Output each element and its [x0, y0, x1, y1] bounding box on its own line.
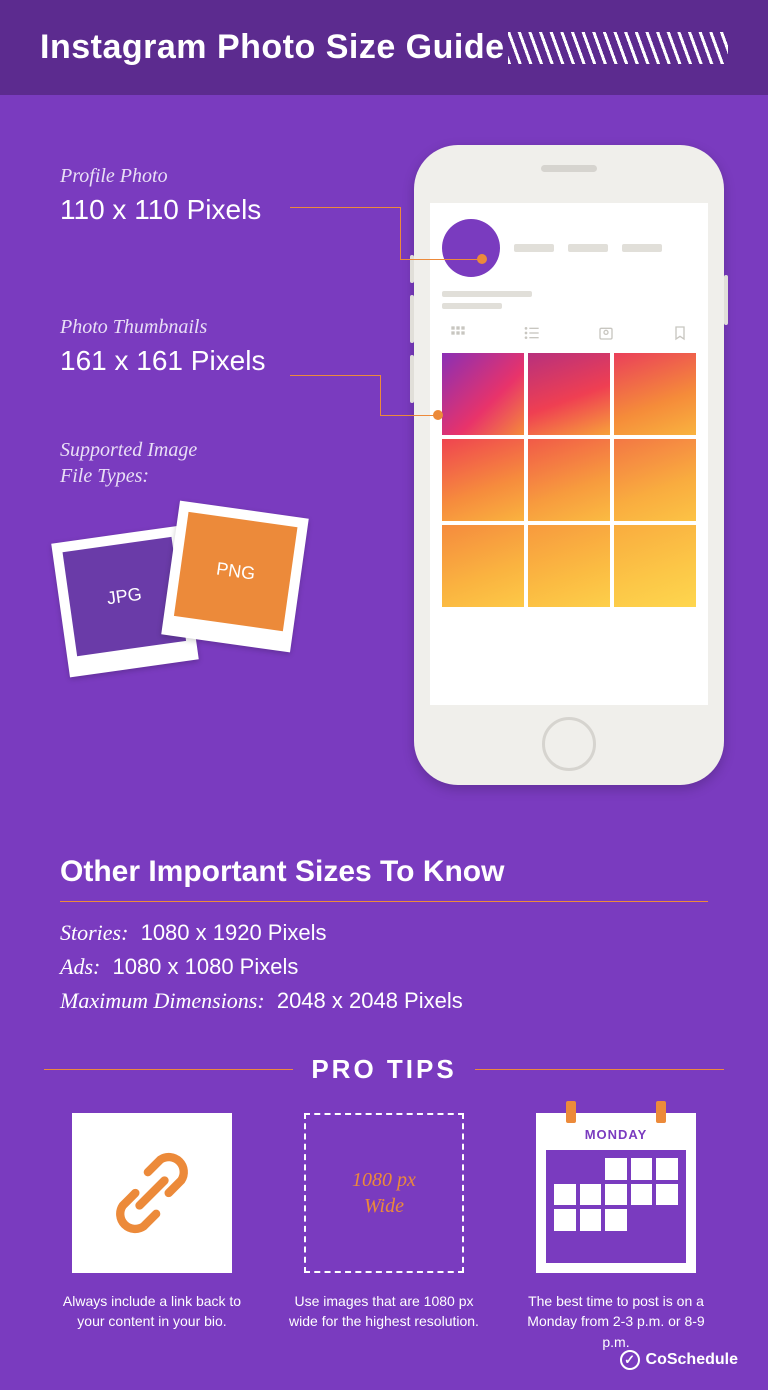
size-row-ads: Ads: 1080 x 1080 Pixels	[60, 954, 708, 980]
link-icon	[102, 1143, 202, 1243]
header-bar: Instagram Photo Size Guide	[0, 0, 768, 95]
divider	[44, 1069, 293, 1070]
photo-tile	[614, 439, 696, 521]
thumbnail-block: Photo Thumbnails 161 x 161 Pixels	[60, 316, 360, 377]
size-label: Stories:	[60, 920, 128, 945]
polaroids: JPG PNG	[60, 509, 320, 669]
tip-card-link: Always include a link back to your conte…	[44, 1113, 260, 1352]
profile-photo-value: 110 x 110 Pixels	[60, 194, 360, 226]
tip-card-width: 1080 px Wide Use images that are 1080 px…	[276, 1113, 492, 1352]
stat-placeholder	[568, 244, 608, 252]
size-labels: Profile Photo 110 x 110 Pixels Photo Thu…	[60, 165, 360, 669]
phone-side-button	[410, 355, 414, 403]
pro-tips-heading: PRO TIPS	[311, 1054, 456, 1085]
calendar-clip-icon	[566, 1101, 576, 1123]
size-row-max: Maximum Dimensions: 2048 x 2048 Pixels	[60, 988, 708, 1014]
size-row-stories: Stories: 1080 x 1920 Pixels	[60, 920, 708, 946]
photo-tile	[442, 353, 524, 435]
bio-placeholder	[442, 291, 696, 309]
divider	[475, 1069, 724, 1070]
header-stripes-decoration	[508, 32, 728, 64]
photo-tile	[614, 353, 696, 435]
tip-text: Use images that are 1080 px wide for the…	[284, 1291, 484, 1332]
top-section: Profile Photo 110 x 110 Pixels Photo Thu…	[0, 95, 768, 855]
tip-illustration: MONDAY	[536, 1113, 696, 1273]
tip-card-timing: MONDAY The best time to post is on a Mon…	[508, 1113, 724, 1352]
other-sizes-section: Other Important Sizes To Know Stories: 1…	[0, 855, 768, 1014]
page-title: Instagram Photo Size Guide	[40, 28, 505, 67]
bookmark-icon	[670, 325, 690, 341]
calendar-clip-icon	[656, 1101, 666, 1123]
list-icon	[522, 325, 542, 341]
size-label: Ads:	[60, 954, 100, 979]
thumbnail-label: Photo Thumbnails	[60, 316, 360, 339]
phone-side-button	[724, 275, 728, 325]
size-value: 1080 x 1080 Pixels	[112, 954, 298, 979]
photo-tile	[528, 439, 610, 521]
other-sizes-heading: Other Important Sizes To Know	[60, 855, 708, 902]
thumbnail-value: 161 x 161 Pixels	[60, 345, 360, 377]
size-value: 1080 x 1920 Pixels	[141, 920, 327, 945]
tip-illustration	[72, 1113, 232, 1273]
width-label-1: 1080 px	[352, 1167, 416, 1193]
size-value: 2048 x 2048 Pixels	[277, 988, 463, 1013]
grid-icon	[448, 325, 468, 341]
stat-placeholder	[622, 244, 662, 252]
profile-photo-block: Profile Photo 110 x 110 Pixels	[60, 165, 360, 226]
phone-side-button	[410, 295, 414, 343]
pro-tips-header: PRO TIPS	[44, 1054, 724, 1085]
brand-label: CoSchedule	[646, 1351, 738, 1369]
png-polaroid: PNG	[161, 501, 309, 653]
size-label: Maximum Dimensions:	[60, 988, 265, 1013]
photo-tile	[442, 525, 524, 607]
pro-tips-cards: Always include a link back to your conte…	[44, 1113, 724, 1352]
photo-tile	[528, 353, 610, 435]
tip-illustration: 1080 px Wide	[304, 1113, 464, 1273]
tip-text: The best time to post is on a Monday fro…	[516, 1291, 716, 1352]
phone-mockup	[414, 145, 724, 785]
png-label: PNG	[174, 512, 298, 631]
profile-photo-label: Profile Photo	[60, 165, 360, 188]
photo-grid	[442, 353, 696, 607]
width-label-2: Wide	[364, 1193, 404, 1219]
calendar-grid	[554, 1158, 678, 1231]
avatar-icon	[442, 219, 500, 277]
filetypes-block: Supported Image File Types: JPG PNG	[60, 437, 360, 669]
tagged-icon	[596, 325, 616, 341]
photo-tile	[442, 439, 524, 521]
pro-tips-section: PRO TIPS Always include a link back to y…	[0, 1054, 768, 1352]
tip-text: Always include a link back to your conte…	[52, 1291, 252, 1332]
photo-tile	[614, 525, 696, 607]
photo-tile	[528, 525, 610, 607]
calendar-day-label: MONDAY	[585, 1127, 648, 1142]
footer-brand: ✓ CoSchedule	[620, 1350, 738, 1370]
stat-placeholder	[514, 244, 554, 252]
phone-side-button	[410, 255, 414, 283]
calendar-body	[546, 1150, 686, 1263]
phone-screen	[430, 203, 708, 705]
filetypes-label: Supported Image File Types:	[60, 437, 360, 489]
profile-row	[442, 219, 696, 277]
profile-tabs	[442, 325, 696, 341]
check-icon: ✓	[620, 1350, 640, 1370]
